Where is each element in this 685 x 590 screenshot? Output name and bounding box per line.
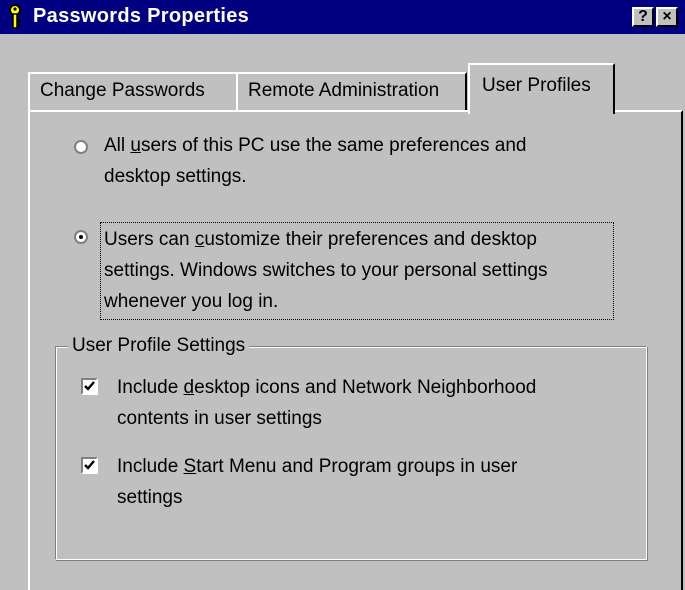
checkbox-start-menu-label[interactable]: Include Start Menu and Program groups in… [117, 451, 517, 513]
key-icon [2, 3, 28, 31]
radio-same-preferences[interactable] [74, 140, 88, 154]
close-button[interactable]: × [656, 7, 678, 27]
tab-user-profiles[interactable]: User Profiles [468, 63, 615, 114]
tab-change-passwords[interactable]: Change Passwords [28, 72, 238, 110]
checkbox-desktop-icons-label[interactable]: Include desktop icons and Network Neighb… [117, 372, 536, 434]
radio-customize-preferences[interactable] [74, 230, 88, 244]
group-label: User Profile Settings [68, 333, 250, 359]
radio-same-preferences-label[interactable]: All users of this PC use the same prefer… [104, 130, 526, 192]
window-title: Passwords Properties [33, 5, 250, 27]
help-button[interactable]: ? [632, 7, 654, 27]
title-bar[interactable]: Passwords Properties ? × [0, 0, 685, 34]
checkmark-icon [84, 460, 95, 470]
tab-remote-administration[interactable]: Remote Administration [236, 72, 467, 110]
checkmark-icon [84, 381, 95, 391]
radio-selected-dot [79, 235, 83, 239]
checkbox-start-menu[interactable] [81, 457, 98, 474]
radio-customize-preferences-label[interactable]: Users can customize their preferences an… [104, 224, 548, 317]
checkbox-desktop-icons[interactable] [81, 378, 98, 395]
